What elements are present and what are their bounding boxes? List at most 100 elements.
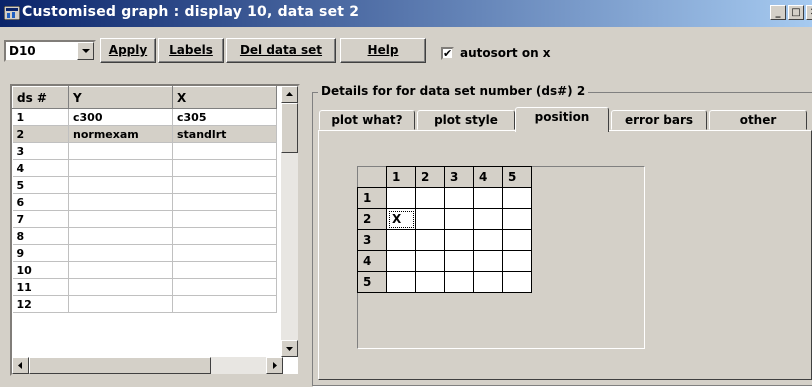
y-cell[interactable] [68,193,173,211]
table-row[interactable]: 9 [12,244,277,262]
table-row[interactable]: 1 c300 c305 [12,108,277,126]
y-cell[interactable] [68,159,173,177]
column-header-y[interactable]: Y [68,86,173,109]
position-cell[interactable] [415,229,445,251]
title-bar[interactable]: Customised graph : display 10, data set … [0,0,812,27]
tab-plot-what[interactable]: plot what? [319,110,415,130]
scroll-left-arrow-icon[interactable] [12,357,29,374]
x-cell[interactable] [172,278,277,296]
ds-cell[interactable]: 6 [12,193,69,211]
del-data-set-button[interactable]: Del data set [226,38,336,63]
y-cell[interactable]: c300 [68,108,173,126]
position-cell[interactable] [473,271,503,293]
table-row[interactable]: 4 [12,159,277,177]
column-header-ds[interactable]: ds # [12,86,69,109]
table-row[interactable]: 11 [12,278,277,296]
x-cell[interactable] [172,244,277,262]
y-cell[interactable] [68,244,173,262]
position-cell[interactable] [386,271,416,293]
position-cell[interactable] [386,229,416,251]
scroll-right-arrow-icon[interactable] [266,357,283,374]
position-cell[interactable] [415,187,445,209]
position-cell[interactable] [473,229,503,251]
ds-cell[interactable]: 12 [12,295,69,313]
position-cell[interactable] [415,208,445,230]
y-cell[interactable] [68,295,173,313]
position-cell[interactable] [444,187,474,209]
labels-button[interactable]: Labels [158,38,224,63]
position-cell[interactable] [415,271,445,293]
x-cell[interactable] [172,193,277,211]
y-cell[interactable] [68,227,173,245]
table-row[interactable]: 6 [12,193,277,211]
position-cell[interactable] [473,208,503,230]
position-cell[interactable] [444,271,474,293]
y-cell[interactable] [68,176,173,194]
position-cell[interactable] [502,208,532,230]
ds-cell[interactable]: 11 [12,278,69,296]
display-select[interactable]: D10 [4,40,96,62]
tab-plot-style[interactable]: plot style [417,110,515,130]
table-row[interactable]: 10 [12,261,277,279]
position-cell[interactable] [444,208,474,230]
position-cell[interactable] [444,229,474,251]
ds-cell[interactable]: 9 [12,244,69,262]
x-cell[interactable]: standlrt [172,125,277,143]
position-cell[interactable]: X [386,208,416,230]
ds-cell[interactable]: 10 [12,261,69,279]
ds-cell[interactable]: 5 [12,176,69,194]
hscroll-thumb[interactable] [29,357,211,374]
ds-cell[interactable]: 7 [12,210,69,228]
horizontal-scrollbar[interactable] [12,357,283,374]
apply-button[interactable]: Apply [100,38,156,63]
y-cell[interactable] [68,142,173,160]
x-cell[interactable] [172,227,277,245]
tab-error-bars[interactable]: error bars [611,110,707,130]
tab-position[interactable]: position [515,107,609,132]
y-cell[interactable] [68,210,173,228]
help-button[interactable]: Help [340,38,426,63]
x-cell[interactable] [172,210,277,228]
scroll-down-arrow-icon[interactable] [281,340,298,357]
x-cell[interactable] [172,176,277,194]
position-cell[interactable] [473,187,503,209]
position-cell[interactable] [473,250,503,272]
table-row[interactable]: 5 [12,176,277,194]
position-cell[interactable] [386,187,416,209]
x-cell[interactable] [172,295,277,313]
table-row[interactable]: 12 [12,295,277,313]
position-cell[interactable] [444,250,474,272]
scroll-thumb[interactable] [281,103,298,153]
position-cell[interactable] [415,250,445,272]
table-row[interactable]: 8 [12,227,277,245]
x-cell[interactable] [172,261,277,279]
y-cell[interactable] [68,261,173,279]
autosort-checkbox[interactable]: ✔ [441,47,454,60]
x-cell[interactable] [172,159,277,177]
ds-cell[interactable]: 3 [12,142,69,160]
vertical-scrollbar[interactable] [281,86,298,357]
table-row[interactable]: 2 normexam standlrt [12,125,277,143]
table-row[interactable]: 3 [12,142,277,160]
ds-cell[interactable]: 2 [12,125,69,143]
ds-cell[interactable]: 8 [12,227,69,245]
x-cell[interactable]: c305 [172,108,277,126]
x-cell[interactable] [172,142,277,160]
ds-cell[interactable]: 1 [12,108,69,126]
chevron-down-icon[interactable] [77,42,94,60]
scroll-up-arrow-icon[interactable] [281,86,298,103]
position-cell[interactable] [502,271,532,293]
close-button[interactable]: ✕ [806,5,812,20]
table-row[interactable]: 7 [12,210,277,228]
y-cell[interactable] [68,278,173,296]
tab-other[interactable]: other [709,110,807,130]
y-cell[interactable]: normexam [68,125,173,143]
position-cell[interactable] [502,187,532,209]
position-cell[interactable] [502,229,532,251]
column-header-x[interactable]: X [172,86,277,109]
maximize-button[interactable]: □ [788,5,804,20]
position-cell[interactable] [386,250,416,272]
ds-cell[interactable]: 4 [12,159,69,177]
position-cell[interactable] [502,250,532,272]
minimize-button[interactable]: _ [770,5,786,20]
